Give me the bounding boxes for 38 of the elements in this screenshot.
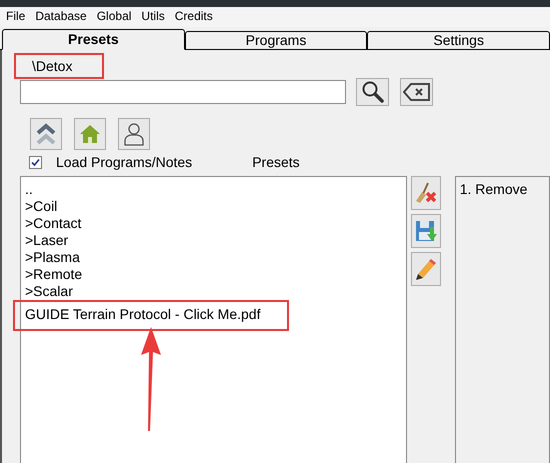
search-icon: [360, 80, 384, 104]
double-chevron-icon: [35, 122, 57, 146]
menu-item[interactable]: Credits: [174, 9, 213, 27]
broom-icon: [414, 181, 438, 205]
path-label: \Detox: [32, 58, 72, 74]
menu-item[interactable]: Global: [96, 9, 132, 27]
checkbox-label: Load Programs/Notes: [56, 154, 192, 170]
checkbox[interactable]: [29, 156, 42, 168]
list-item[interactable]: >Remote: [21, 266, 82, 283]
list-item[interactable]: >Scalar: [21, 283, 73, 300]
backspace-icon: [402, 82, 430, 102]
list-item[interactable]: >Laser: [21, 232, 68, 249]
search-field[interactable]: [20, 80, 346, 104]
home-icon: [79, 123, 101, 145]
list-item[interactable]: >Contact: [21, 215, 82, 232]
list-item[interactable]: >Plasma: [21, 249, 80, 266]
save-icon: [414, 219, 438, 243]
save-button[interactable]: [410, 214, 441, 248]
list-item[interactable]: >Coil: [21, 198, 58, 215]
tab[interactable]: Presets: [2, 29, 185, 50]
tab[interactable]: Settings: [367, 31, 550, 49]
user-button[interactable]: [118, 118, 150, 150]
pencil-icon: [414, 257, 438, 281]
user-icon: [123, 122, 145, 146]
list-heading: Presets: [252, 154, 300, 170]
list-item[interactable]: ..: [21, 181, 33, 198]
clear-button[interactable]: [400, 78, 433, 106]
tab[interactable]: Programs: [184, 31, 368, 49]
clear-preset-button[interactable]: [410, 176, 441, 210]
menu-item[interactable]: Database: [35, 9, 87, 27]
home-button[interactable]: [74, 118, 106, 150]
notes-text: 1. Remove: [460, 181, 528, 197]
menu-item[interactable]: Utils: [141, 9, 165, 27]
search-button[interactable]: [356, 78, 389, 106]
list-item[interactable]: GUIDE Terrain Protocol - Click Me.pdf: [21, 306, 260, 323]
edit-button[interactable]: [410, 252, 441, 286]
menu-item[interactable]: File: [6, 9, 26, 27]
up-button[interactable]: [30, 118, 62, 150]
